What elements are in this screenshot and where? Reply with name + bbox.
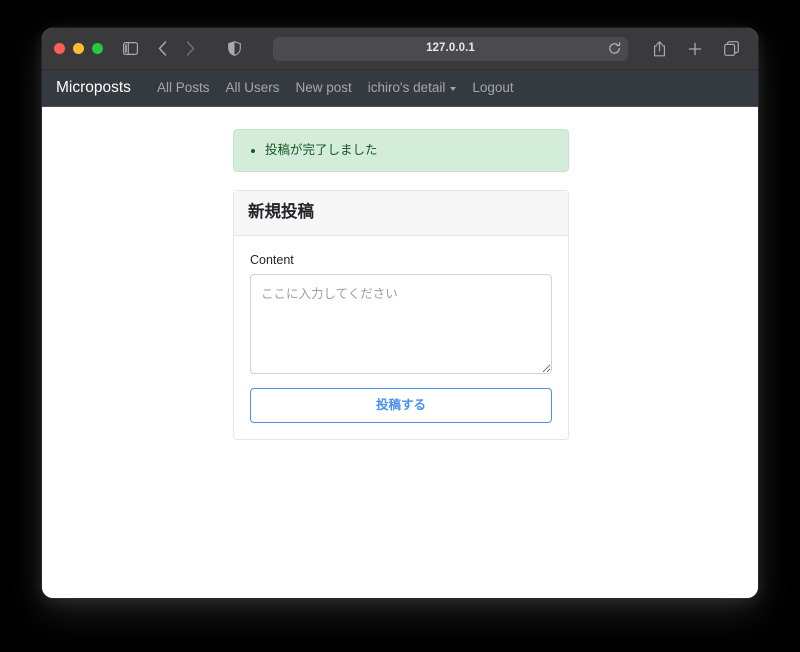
nav-link-all-posts-label: All Posts bbox=[156, 80, 210, 96]
navigation-arrows bbox=[151, 38, 201, 60]
browser-window: 127.0.0.1 Microposts All Posts All Users… bbox=[42, 28, 758, 598]
new-tab-icon[interactable] bbox=[684, 38, 706, 60]
privacy-shield-icon[interactable] bbox=[223, 38, 245, 60]
address-bar[interactable]: 127.0.0.1 bbox=[273, 36, 628, 61]
submit-post-button[interactable]: 投稿する bbox=[250, 387, 552, 424]
sidebar-toggle-icon[interactable] bbox=[119, 38, 141, 60]
desktop-backdrop: 127.0.0.1 Microposts All Posts All Users… bbox=[0, 0, 800, 652]
content-container: 投稿が完了しました 新規投稿 Content 投稿する bbox=[233, 129, 569, 441]
flash-success-alert: 投稿が完了しました bbox=[233, 129, 569, 172]
forward-arrow-icon bbox=[179, 38, 201, 60]
nav-link-logout-label: Logout bbox=[472, 80, 514, 96]
alert-message: 投稿が完了しました bbox=[265, 141, 554, 160]
navbar-links: All Posts All Users New post ichiro's de… bbox=[149, 81, 522, 95]
back-arrow-icon[interactable] bbox=[151, 38, 173, 60]
tab-overview-icon[interactable] bbox=[720, 38, 742, 60]
chevron-down-icon bbox=[450, 87, 457, 91]
maximize-button[interactable] bbox=[92, 43, 103, 54]
window-controls bbox=[54, 43, 103, 54]
new-post-card: 新規投稿 Content 投稿する bbox=[233, 189, 569, 441]
browser-toolbar: 127.0.0.1 bbox=[42, 28, 758, 70]
close-button[interactable] bbox=[54, 43, 65, 54]
share-icon[interactable] bbox=[648, 38, 670, 60]
nav-link-user-dropdown-label: ichiro's detail bbox=[367, 80, 446, 96]
page-content: 投稿が完了しました 新規投稿 Content 投稿する bbox=[42, 107, 758, 598]
nav-link-all-posts[interactable]: All Posts bbox=[149, 81, 218, 95]
reload-icon[interactable] bbox=[607, 42, 621, 56]
nav-link-logout[interactable]: Logout bbox=[464, 81, 521, 95]
toolbar-right-actions bbox=[648, 38, 742, 60]
nav-link-new-post-label: New post bbox=[295, 80, 352, 96]
new-post-card-body: Content 投稿する bbox=[234, 236, 568, 440]
minimize-button[interactable] bbox=[73, 43, 84, 54]
app-navbar: Microposts All Posts All Users New post … bbox=[42, 70, 758, 107]
page-title: 新規投稿 bbox=[248, 202, 314, 221]
nav-link-all-users[interactable]: All Users bbox=[217, 81, 287, 95]
navbar-brand[interactable]: Microposts bbox=[56, 79, 131, 97]
content-label: Content bbox=[250, 252, 294, 267]
alert-message-list: 投稿が完了しました bbox=[248, 141, 554, 160]
new-post-card-header: 新規投稿 bbox=[234, 190, 568, 236]
url-text: 127.0.0.1 bbox=[426, 41, 475, 54]
nav-link-user-dropdown[interactable]: ichiro's detail bbox=[360, 81, 465, 95]
nav-link-all-users-label: All Users bbox=[225, 80, 280, 96]
nav-link-new-post[interactable]: New post bbox=[287, 81, 359, 95]
content-textarea[interactable] bbox=[250, 273, 552, 374]
